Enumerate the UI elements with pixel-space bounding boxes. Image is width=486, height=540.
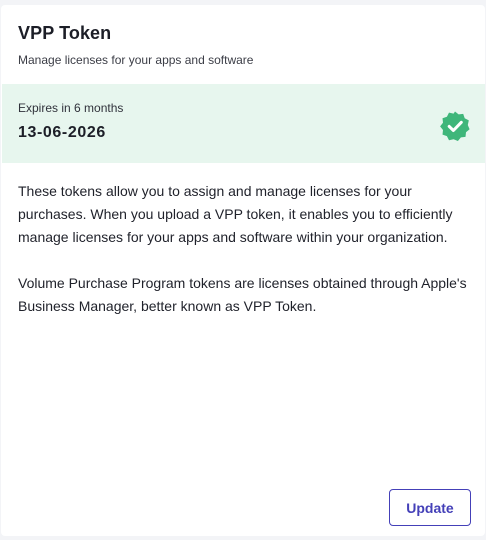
vpp-token-card: VPP Token Manage licenses for your apps … xyxy=(1,5,485,536)
card-subtitle: Manage licenses for your apps and softwa… xyxy=(18,53,254,67)
description-text: These tokens allow you to assign and man… xyxy=(18,180,468,318)
verified-badge-shape xyxy=(440,111,470,141)
verified-badge-icon xyxy=(440,111,470,141)
expiry-banner: Expires in 6 months 13-06-2026 xyxy=(2,84,485,163)
expiry-date: 13-06-2026 xyxy=(18,124,106,141)
card-title: VPP Token xyxy=(18,23,112,43)
update-button[interactable]: Update xyxy=(389,489,471,526)
description-paragraph-1: These tokens allow you to assign and man… xyxy=(18,183,453,245)
expiry-label: Expires in 6 months xyxy=(18,101,124,115)
description-paragraph-2: Volume Purchase Program tokens are licen… xyxy=(18,275,467,314)
card-header: VPP Token Manage licenses for your apps … xyxy=(18,22,468,68)
